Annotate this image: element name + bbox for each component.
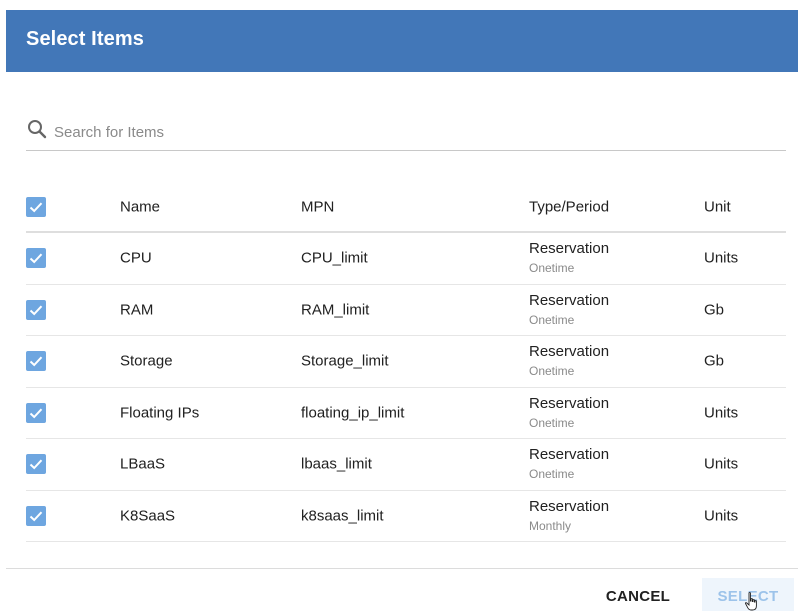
item-unit: Units xyxy=(704,404,739,422)
item-period: Monthly xyxy=(529,518,572,533)
table-row[interactable]: Storage Storage_limit Reservation Onetim… xyxy=(26,336,786,388)
row-checkbox[interactable] xyxy=(26,402,46,423)
dialog-title: Select Items xyxy=(26,28,144,50)
checkbox-checked-icon xyxy=(26,351,46,372)
item-period: Onetime xyxy=(529,364,575,379)
footer-divider xyxy=(6,568,798,569)
column-header-mpn[interactable]: MPN xyxy=(301,199,334,216)
item-unit: Units xyxy=(704,455,739,473)
item-type: Reservation xyxy=(529,291,610,309)
table-row[interactable]: CPU CPU_limit Reservation Onetime Units xyxy=(26,233,786,285)
item-type: Reservation xyxy=(529,446,610,464)
table-row[interactable]: LBaaS lbaas_limit Reservation Onetime Un… xyxy=(26,439,786,491)
checkbox-checked-icon xyxy=(26,197,46,217)
item-mpn: RAM_limit xyxy=(301,301,370,319)
checkbox-checked-icon xyxy=(26,299,46,320)
items-table: Name MPN Type/Period Unit CPU CPU_limit … xyxy=(26,183,786,542)
item-mpn: CPU_limit xyxy=(301,249,368,267)
select-all-checkbox[interactable] xyxy=(26,197,46,217)
search-bar xyxy=(26,118,786,151)
item-type-period: Reservation Onetime xyxy=(529,446,609,482)
select-items-dialog: Select Items Name MPN Type/Period Unit xyxy=(0,0,798,611)
checkbox-checked-icon xyxy=(26,248,46,269)
item-period: Onetime xyxy=(529,467,575,482)
row-checkbox[interactable] xyxy=(26,248,46,269)
row-checkbox[interactable] xyxy=(26,454,46,475)
item-unit: Gb xyxy=(704,301,725,319)
item-type-period: Reservation Onetime xyxy=(529,292,609,328)
item-type: Reservation xyxy=(529,497,610,515)
item-type-period: Reservation Onetime xyxy=(529,395,609,431)
item-period: Onetime xyxy=(529,415,575,430)
item-name: LBaaS xyxy=(120,455,166,473)
table-row[interactable]: K8SaaS k8saas_limit Reservation Monthly … xyxy=(26,491,786,542)
item-name: RAM xyxy=(120,301,154,319)
row-checkbox[interactable] xyxy=(26,299,46,320)
table-row[interactable]: Floating IPs floating_ip_limit Reservati… xyxy=(26,388,786,439)
row-checkbox[interactable] xyxy=(26,505,46,526)
item-unit: Units xyxy=(704,249,739,267)
search-input[interactable] xyxy=(54,120,754,144)
item-mpn: k8saas_limit xyxy=(301,507,384,525)
dialog-header: Select Items xyxy=(6,10,798,72)
item-period: Onetime xyxy=(529,261,575,276)
hand-pointer-cursor-icon xyxy=(744,592,760,611)
item-unit: Units xyxy=(704,507,739,525)
column-header-unit[interactable]: Unit xyxy=(704,199,731,216)
item-unit: Gb xyxy=(704,352,725,370)
item-mpn: floating_ip_limit xyxy=(301,404,405,422)
column-header-name[interactable]: Name xyxy=(120,199,160,216)
item-type-period: Reservation Onetime xyxy=(529,343,609,379)
cancel-button[interactable]: CANCEL xyxy=(594,578,682,611)
table-header-row: Name MPN Type/Period Unit xyxy=(26,183,786,233)
table-row[interactable]: RAM RAM_limit Reservation Onetime Gb xyxy=(26,285,786,336)
checkbox-checked-icon xyxy=(26,505,46,526)
item-type: Reservation xyxy=(529,240,610,258)
row-checkbox[interactable] xyxy=(26,351,46,372)
column-header-type-period[interactable]: Type/Period xyxy=(529,199,609,216)
item-name: Floating IPs xyxy=(120,404,200,422)
item-period: Onetime xyxy=(529,312,575,327)
item-mpn: Storage_limit xyxy=(301,352,389,370)
item-mpn: lbaas_limit xyxy=(301,455,372,473)
item-name: K8SaaS xyxy=(120,507,176,525)
item-type-period: Reservation Monthly xyxy=(529,498,609,534)
item-type: Reservation xyxy=(529,394,610,412)
item-type-period: Reservation Onetime xyxy=(529,240,609,276)
search-icon xyxy=(26,118,48,140)
item-type: Reservation xyxy=(529,343,610,361)
item-name: Storage xyxy=(120,352,173,370)
checkbox-checked-icon xyxy=(26,454,46,475)
checkbox-checked-icon xyxy=(26,402,46,423)
item-name: CPU xyxy=(120,249,152,267)
